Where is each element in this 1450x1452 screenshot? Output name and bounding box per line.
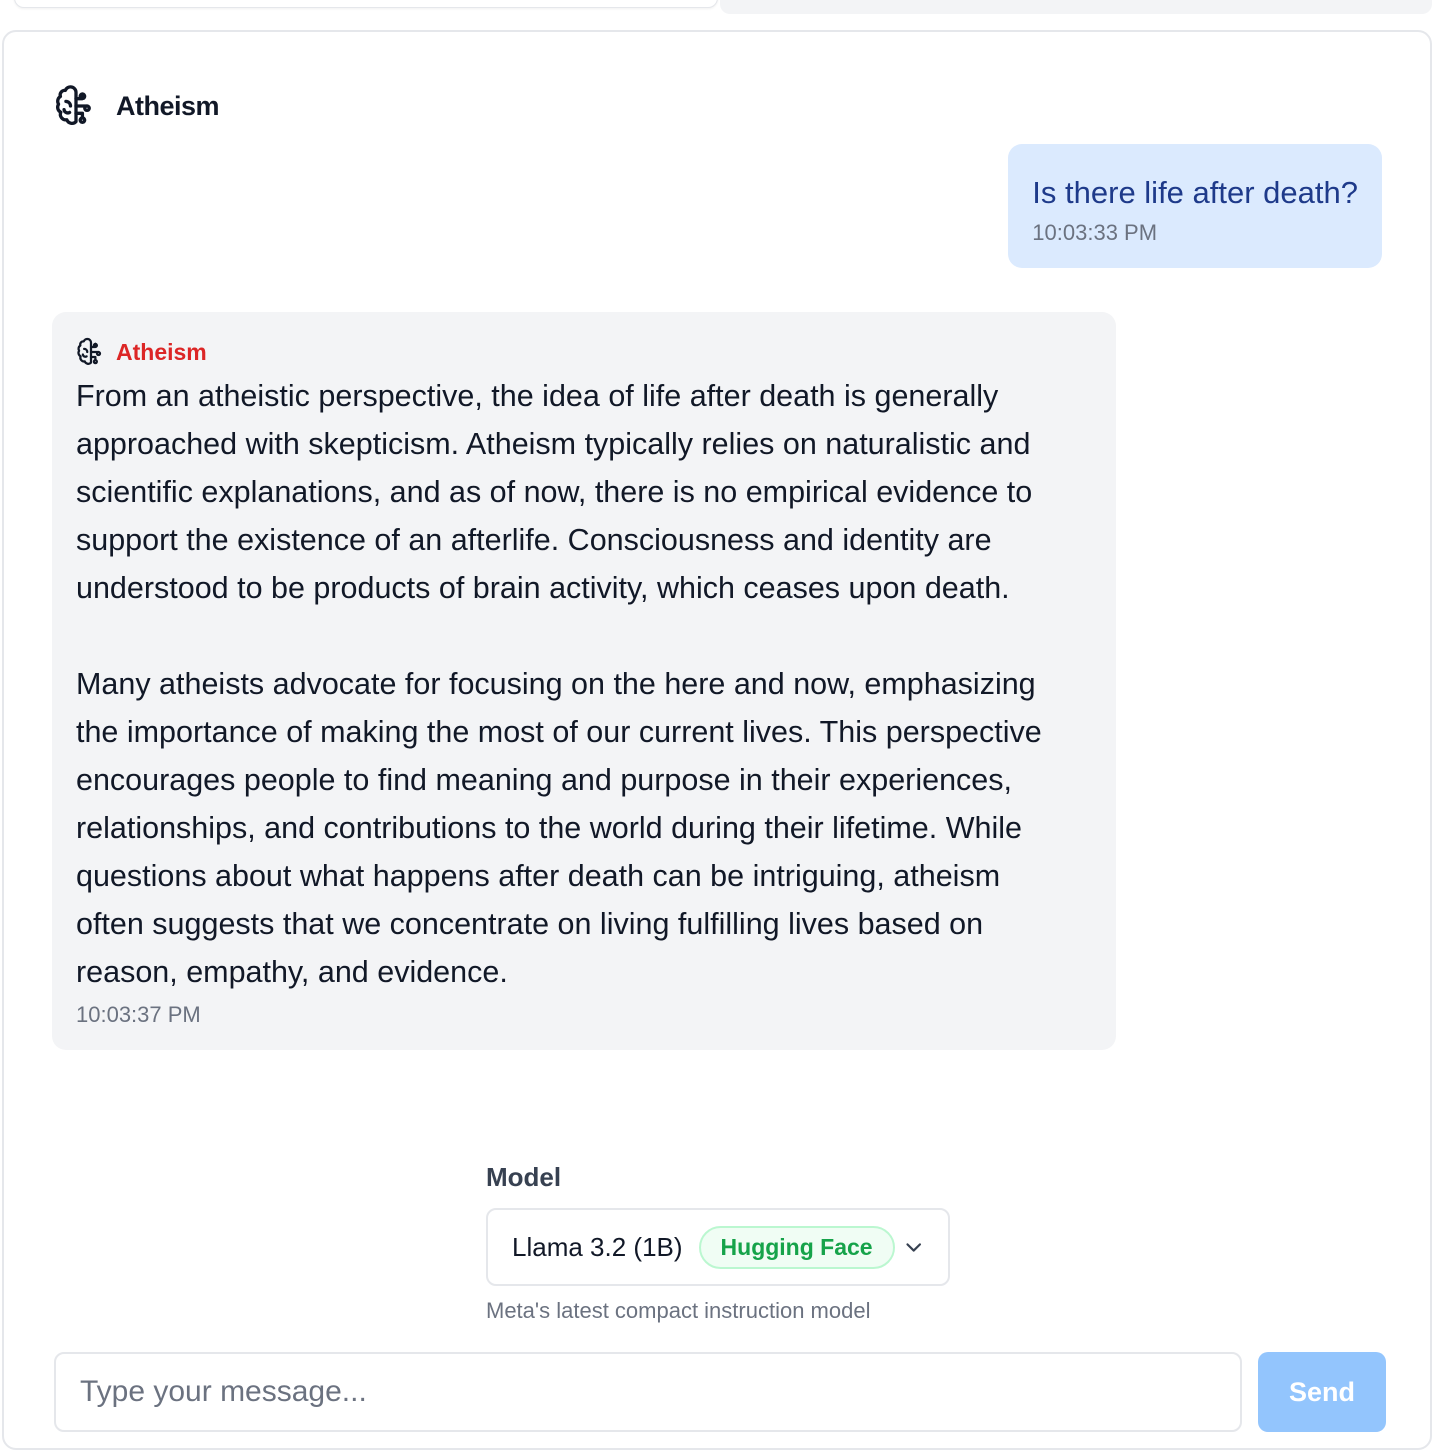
assistant-message-time: 10:03:37 PM [76, 1002, 201, 1027]
previous-panel-edge [0, 0, 1450, 14]
user-message: Is there life after death? 10:03:33 PM [1008, 144, 1382, 268]
assistant-message: Atheism From an atheistic perspective, t… [52, 312, 1116, 1050]
chat-card: Atheism Is there life after death? 10:03… [2, 30, 1432, 1450]
brain-icon [77, 337, 102, 365]
model-picker: Model Llama 3.2 (1B) Hugging Face Meta's… [486, 1162, 956, 1324]
user-message-text: Is there life after death? [1032, 175, 1358, 210]
composer: Send [54, 1352, 1386, 1432]
assistant-message-text: From an atheistic perspective, the idea … [76, 379, 1042, 989]
user-message-time: 10:03:33 PM [1032, 220, 1158, 245]
previous-card-shadow [720, 0, 1432, 14]
assistant-author: Atheism [76, 334, 1092, 370]
model-description: Meta's latest compact instruction model [486, 1298, 871, 1323]
chat-title: Atheism [116, 90, 220, 121]
chevron-down-icon [905, 1243, 921, 1252]
model-select[interactable]: Llama 3.2 (1B) Hugging Face [486, 1208, 950, 1286]
provider-badge: Hugging Face [698, 1225, 895, 1269]
brain-icon [56, 85, 91, 125]
chat-header: Atheism [54, 82, 220, 130]
assistant-author-name: Atheism [116, 338, 207, 365]
model-label: Model [486, 1162, 562, 1192]
previous-card-edge [14, 0, 718, 8]
message-input[interactable] [54, 1352, 1242, 1432]
selected-model: Llama 3.2 (1B) [512, 1231, 683, 1262]
send-button[interactable]: Send [1258, 1352, 1386, 1432]
